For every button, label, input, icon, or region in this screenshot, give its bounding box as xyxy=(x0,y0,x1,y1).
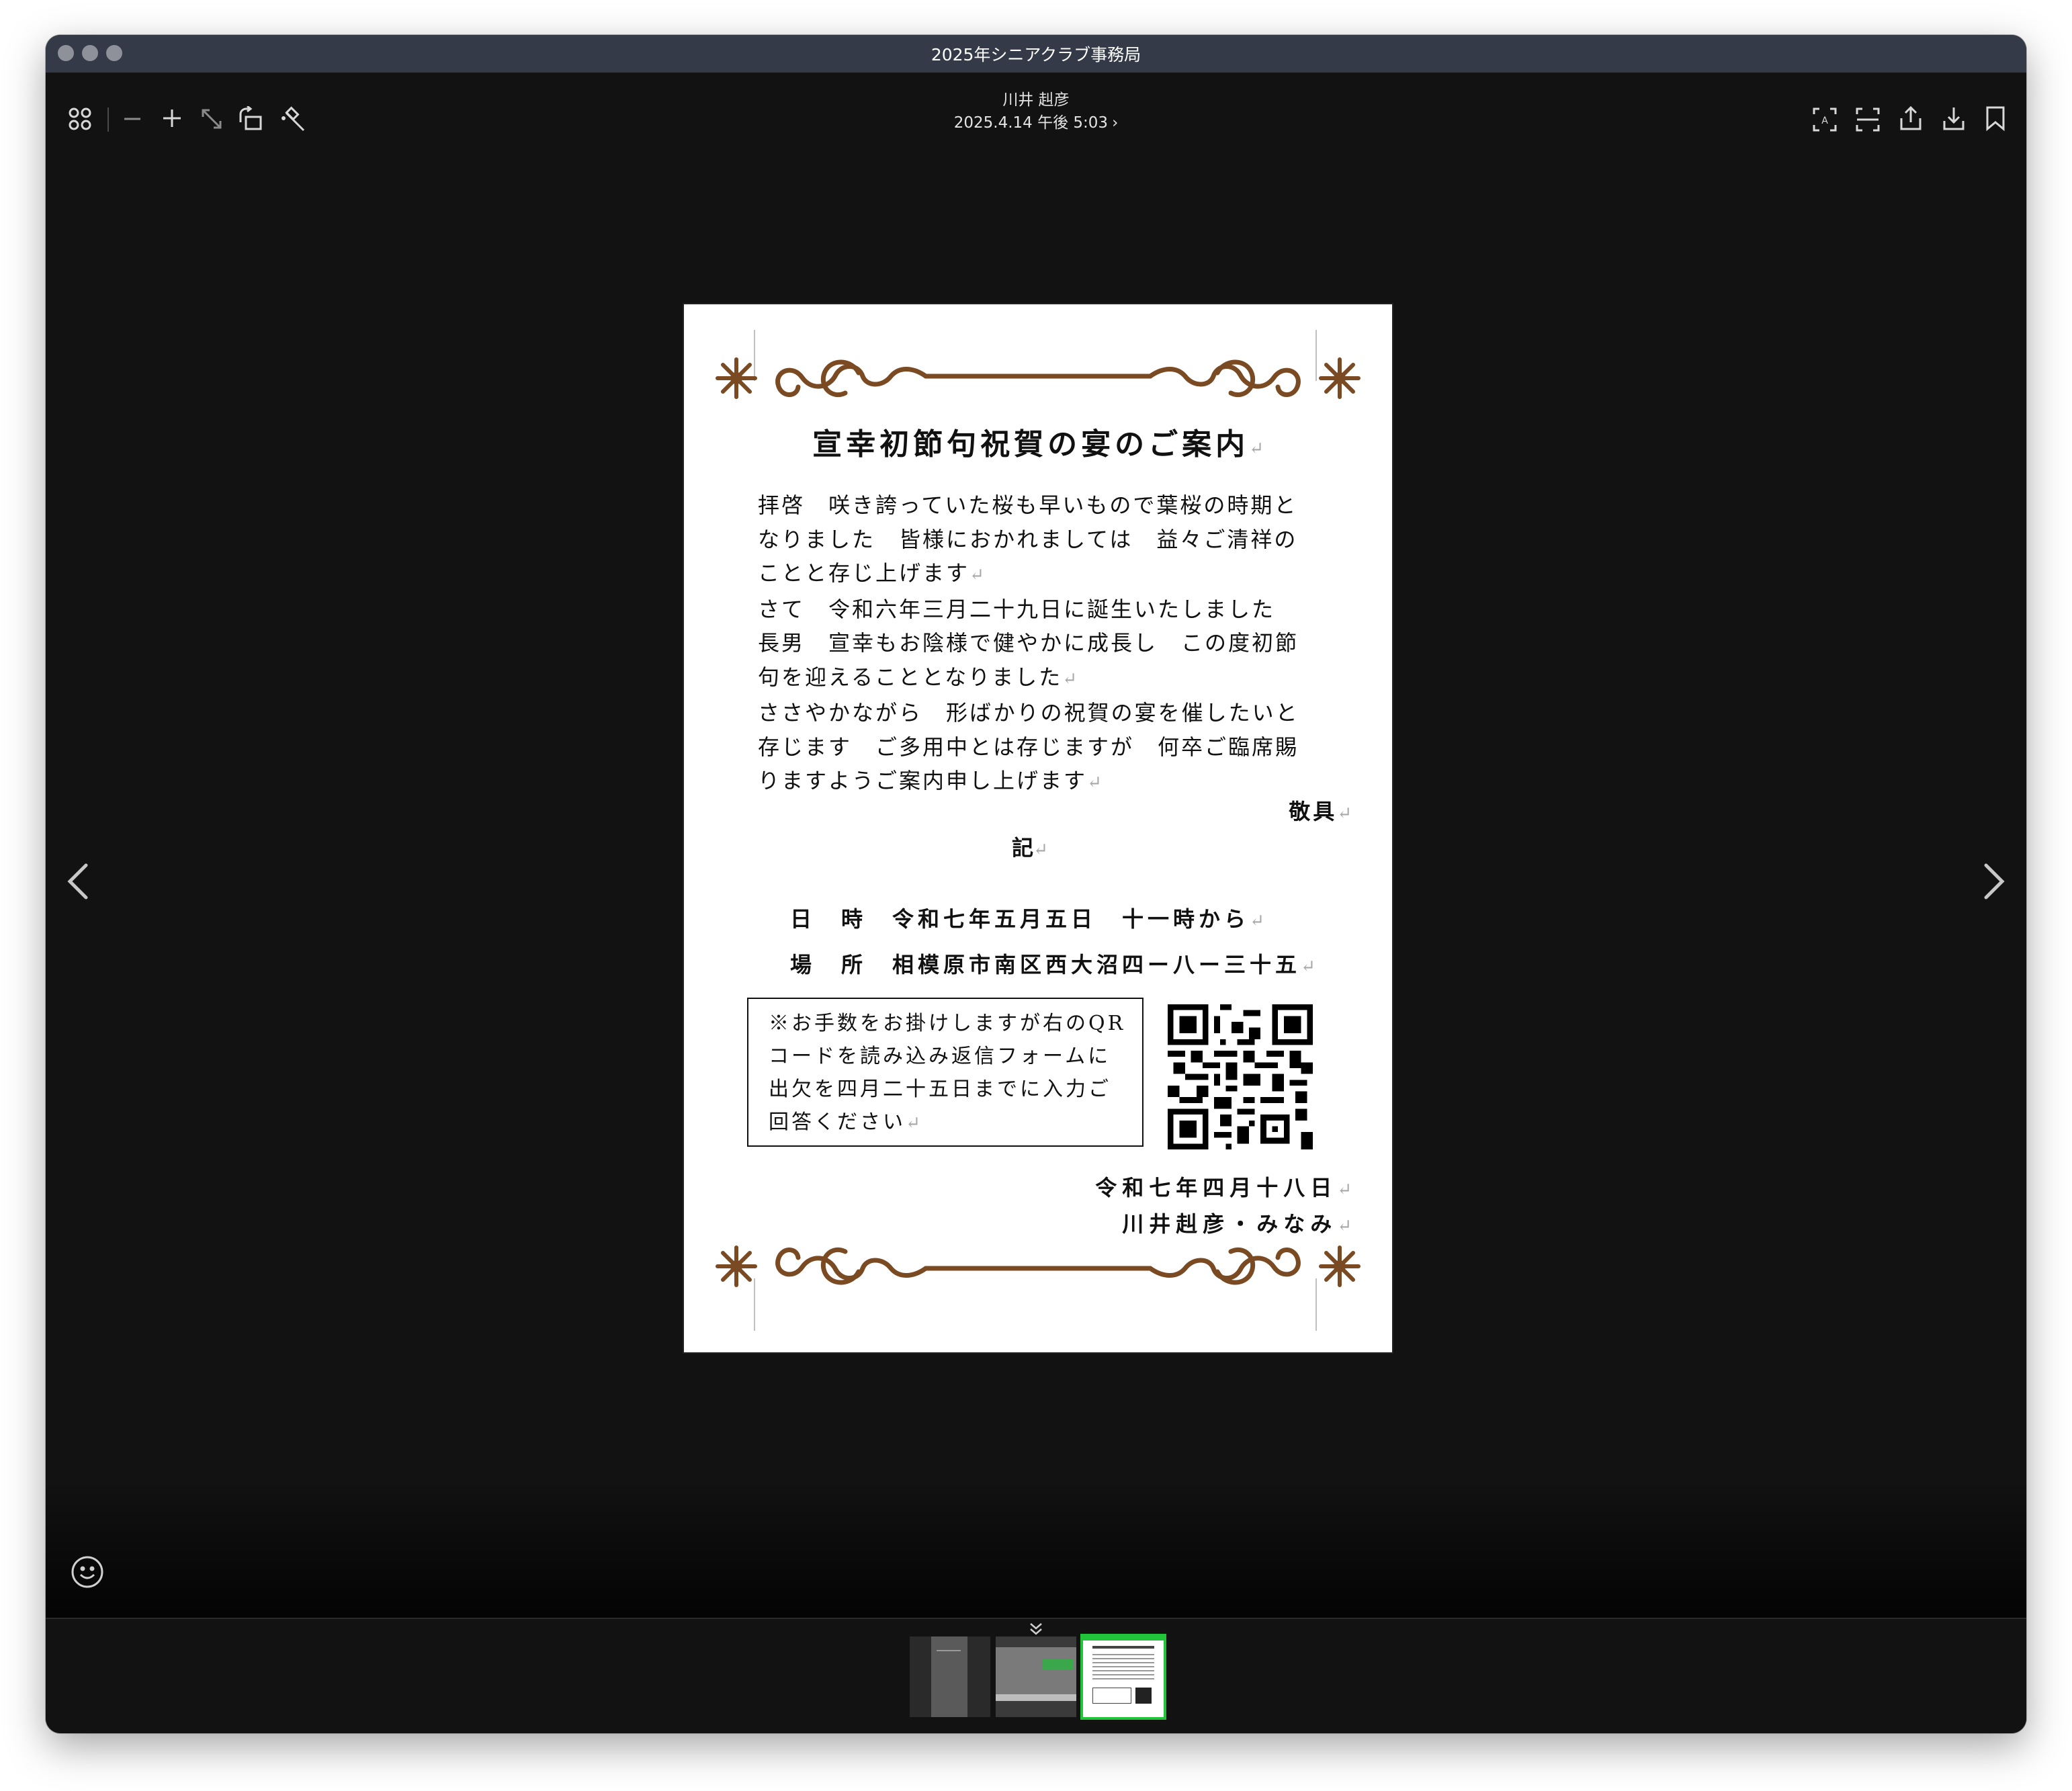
document-page: 宣幸初節句祝賀の宴のご案内↵ 拝啓 咲き誇っていた桜も早いもので葉桜の時期となり… xyxy=(683,303,1393,1354)
sender-name: 川井 赳彦 xyxy=(1002,91,1070,109)
sent-date: 2025.4.14 午後 5:03 › xyxy=(46,112,2026,134)
ki-heading: 記↵ xyxy=(1012,835,1048,861)
bookmark-icon[interactable] xyxy=(1983,105,2008,132)
text-recognition-icon[interactable]: A xyxy=(1811,106,1838,133)
zoom-window-button[interactable] xyxy=(106,45,122,61)
thumbnail-1[interactable] xyxy=(910,1636,990,1717)
event-place: 場 所 相模原市南区西大沼四ー八ー三十五↵ xyxy=(790,952,1315,977)
qr-code[interactable] xyxy=(1168,1004,1313,1149)
letter-paragraph: さて 令和六年三月二十九日に誕生いたしました 長男 宣幸もお陰様で健やかに成長し… xyxy=(758,596,1299,690)
closing-word: 敬具↵ xyxy=(1289,799,1352,824)
letter-paragraph: 拝啓 咲き誇っていた桜も早いもので葉桜の時期となりました 皆様におかれましては … xyxy=(758,492,1298,586)
previous-arrow-icon[interactable] xyxy=(64,861,91,902)
thumbnail-strip xyxy=(46,1618,2026,1733)
scan-icon[interactable] xyxy=(1854,106,1881,133)
download-icon[interactable] xyxy=(1940,105,1967,132)
minimize-window-button[interactable] xyxy=(82,45,98,61)
chevron-right-icon: › xyxy=(1112,114,1119,132)
next-arrow-icon[interactable] xyxy=(1981,861,2008,902)
window-title: 2025年シニアクラブ事務局 xyxy=(931,45,1141,64)
document-title: 宣幸初節句祝賀の宴のご案内↵ xyxy=(812,427,1264,462)
close-window-button[interactable] xyxy=(58,45,74,61)
rsvp-notice-box: ※お手数をお掛けしますが右のQRコードを読み込み返信フォームに出欠を四月二十五日… xyxy=(747,998,1143,1147)
thumbnail-2[interactable] xyxy=(996,1636,1076,1717)
letter-body: 拝啓 咲き誇っていた桜も早いもので葉桜の時期となりました 皆様におかれましては … xyxy=(758,488,1309,800)
reaction-smiley-icon[interactable] xyxy=(70,1555,105,1592)
sender-info[interactable]: 川井 赳彦 2025.4.14 午後 5:03 › xyxy=(46,89,2026,134)
event-datetime: 日 時 令和七年五月五日 十一時から↵ xyxy=(790,906,1264,932)
viewer-window: 2025年シニアクラブ事務局 川井 赳彦 2025.4.14 午後 5:03 ›… xyxy=(46,35,2026,1733)
ornament-bottom xyxy=(716,1246,1361,1287)
signers: 川井赳彦・みなみ↵ xyxy=(1122,1211,1352,1237)
toolbar: 川井 赳彦 2025.4.14 午後 5:03 › A xyxy=(46,91,2026,148)
thumbnail-3[interactable] xyxy=(1080,1634,1166,1720)
signed-date: 令和七年四月十八日↵ xyxy=(1095,1175,1352,1200)
share-icon[interactable] xyxy=(1897,105,1924,132)
window-controls xyxy=(58,45,122,61)
svg-text:A: A xyxy=(1821,116,1828,126)
title-bar: 2025年シニアクラブ事務局 xyxy=(46,35,2026,73)
rsvp-notice-text: ※お手数をお掛けしますが右のQRコードを読み込み返信フォームに出欠を四月二十五日… xyxy=(769,1012,1126,1134)
ornament-top xyxy=(716,357,1361,399)
letter-paragraph: ささやかながら 形ばかりの祝賀の宴を催したいと存じます ご多用中とは存じますが … xyxy=(758,700,1299,793)
